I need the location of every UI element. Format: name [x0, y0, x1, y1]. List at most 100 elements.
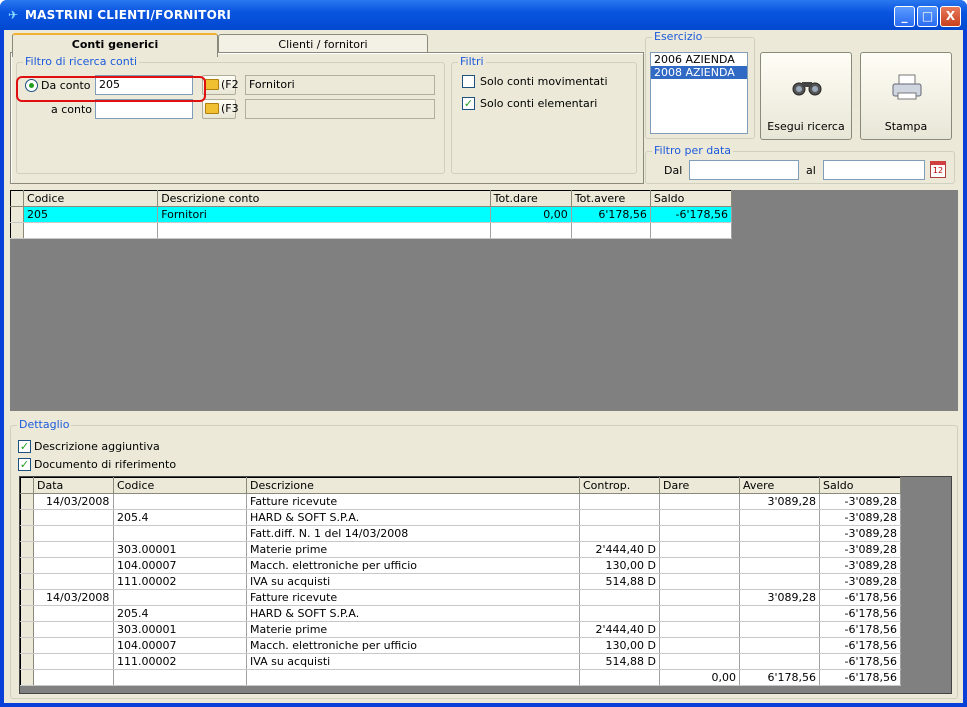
cell-controp[interactable]: 2'444,40 D	[579, 621, 660, 638]
documento-riferimento-checkbox[interactable]: ✓	[18, 458, 31, 471]
cell-codice[interactable]: 303.00001	[113, 541, 247, 558]
cell-descrizione[interactable]: IVA su acquisti	[246, 573, 580, 590]
cell-data[interactable]	[33, 669, 114, 686]
cell-dare[interactable]	[659, 589, 740, 606]
da-conto-lookup-button[interactable]: (F2	[202, 75, 239, 95]
cell-controp[interactable]	[579, 525, 660, 542]
cell-descrizione[interactable]: Fatture ricevute	[246, 589, 580, 606]
cell-tot-dare[interactable]: 0,00	[490, 206, 572, 223]
cell-saldo[interactable]: -3'089,28	[819, 493, 901, 510]
table-row[interactable]: 303.00001 Materie prime 2'444,40 D -3'089,2…	[20, 541, 901, 558]
table-row[interactable]: 14/03/2008 Fatture ricevute 3'089,28 -3'089…	[20, 493, 901, 510]
a-conto-lookup-button[interactable]: (F3	[202, 99, 239, 119]
table-row[interactable]: 205.4 HARD & SOFT S.P.A. -3'089,28	[20, 509, 901, 526]
cell-descrizione[interactable]: Fatture ricevute	[246, 493, 580, 510]
minimize-button[interactable]: _	[894, 6, 915, 27]
cell-avere[interactable]	[739, 605, 820, 622]
cell-data[interactable]: 14/03/2008	[33, 493, 114, 510]
close-button[interactable]: X	[940, 6, 961, 27]
cell-avere[interactable]	[739, 573, 820, 590]
esercizio-list[interactable]: 2006 AZIENDA 2008 AZIENDA	[650, 52, 748, 134]
col-codice[interactable]: Codice	[23, 190, 159, 207]
cell-saldo[interactable]: -6'178,56	[650, 206, 733, 223]
table-row[interactable]: Fatt.diff. N. 1 del 14/03/2008 -3'089,28	[20, 525, 901, 542]
cell-saldo[interactable]: -3'089,28	[819, 557, 901, 574]
cell-avere[interactable]	[739, 525, 820, 542]
cell-dare[interactable]	[659, 541, 740, 558]
table-row[interactable]: 0,00 6'178,56 -6'178,56	[20, 669, 901, 686]
solo-movimentati-checkbox[interactable]	[462, 75, 475, 88]
cell-descrizione[interactable]	[246, 669, 580, 686]
cell-avere[interactable]	[739, 541, 820, 558]
cell-data[interactable]	[33, 637, 114, 654]
cell-avere[interactable]	[739, 557, 820, 574]
cell-saldo[interactable]: -6'178,56	[819, 621, 901, 638]
cell-saldo[interactable]: -3'089,28	[819, 541, 901, 558]
cell-saldo[interactable]: -6'178,56	[819, 653, 901, 670]
cell-avere[interactable]	[739, 509, 820, 526]
cell-codice[interactable]	[113, 525, 247, 542]
cell-descrizione[interactable]: Materie prime	[246, 541, 580, 558]
cell-saldo[interactable]: -6'178,56	[819, 669, 901, 686]
tab-conti-generici[interactable]: Conti generici	[12, 33, 218, 57]
a-conto-input[interactable]	[95, 99, 193, 119]
cell-data[interactable]	[33, 525, 114, 542]
cell-controp[interactable]: 130,00 D	[579, 637, 660, 654]
table-row[interactable]: 104.00007 Macch. elettroniche per ufficio…	[20, 637, 901, 654]
cell-avere[interactable]: 3'089,28	[739, 493, 820, 510]
cell-data[interactable]: 14/03/2008	[33, 589, 114, 606]
cell-data[interactable]	[33, 605, 114, 622]
cell-codice[interactable]: 205	[23, 206, 159, 223]
cell-data[interactable]	[33, 541, 114, 558]
title-bar[interactable]: ✈ MASTRINI CLIENTI/FORNITORI _ □ X	[0, 0, 967, 30]
cell-tot-avere[interactable]: 6'178,56	[571, 206, 651, 223]
cell-codice[interactable]: 303.00001	[113, 621, 247, 638]
cell-dare[interactable]	[659, 509, 740, 526]
col-data[interactable]: Data	[33, 477, 114, 494]
cell-saldo[interactable]: -3'089,28	[819, 573, 901, 590]
table-row[interactable]: 303.00001 Materie prime 2'444,40 D -6'178,5…	[20, 621, 901, 638]
esercizio-item-selected[interactable]: 2008 AZIENDA	[651, 66, 747, 79]
cell-data[interactable]	[33, 573, 114, 590]
cell-controp[interactable]	[579, 605, 660, 622]
cell-avere[interactable]	[739, 621, 820, 638]
dal-input[interactable]	[689, 160, 799, 180]
cell-dare[interactable]: 0,00	[659, 669, 740, 686]
table-row[interactable]: 104.00007 Macch. elettroniche per ufficio…	[20, 557, 901, 574]
table-row[interactable]: 111.00002 IVA su acquisti 514,88 D -3'089,2…	[20, 573, 901, 590]
table-row[interactable]: 205 Fornitori 0,00 6'178,56 -6'178,56	[10, 206, 733, 223]
cell-descrizione[interactable]: Materie prime	[246, 621, 580, 638]
cell-descrizione[interactable]: IVA su acquisti	[246, 653, 580, 670]
table-row[interactable]: 111.00002 IVA su acquisti 514,88 D -6'178,5…	[20, 653, 901, 670]
cell-codice[interactable]	[113, 589, 247, 606]
cell-codice[interactable]: 104.00007	[113, 637, 247, 654]
table-row-empty[interactable]	[10, 222, 733, 239]
cell-saldo[interactable]: -6'178,56	[819, 637, 901, 654]
cell-dare[interactable]	[659, 637, 740, 654]
cell-dare[interactable]	[659, 557, 740, 574]
cell-data[interactable]	[33, 653, 114, 670]
cell-data[interactable]	[33, 621, 114, 638]
table-row[interactable]: 205.4 HARD & SOFT S.P.A. -6'178,56	[20, 605, 901, 622]
cell-codice[interactable]: 205.4	[113, 605, 247, 622]
col-descrizione[interactable]: Descrizione	[246, 477, 580, 494]
cell-descrizione[interactable]: Macch. elettroniche per ufficio	[246, 637, 580, 654]
cell-codice[interactable]: 104.00007	[113, 557, 247, 574]
cell-descrizione[interactable]: HARD & SOFT S.P.A.	[246, 509, 580, 526]
stampa-button[interactable]: Stampa	[860, 52, 952, 140]
cell-codice[interactable]: 111.00002	[113, 653, 247, 670]
cell-avere[interactable]	[739, 653, 820, 670]
cell-controp[interactable]: 2'444,40 D	[579, 541, 660, 558]
cell-dare[interactable]	[659, 493, 740, 510]
cell-saldo[interactable]: -6'178,56	[819, 605, 901, 622]
cell-saldo[interactable]: -3'089,28	[819, 509, 901, 526]
cell-saldo[interactable]: -3'089,28	[819, 525, 901, 542]
col-tot-avere[interactable]: Tot.avere	[571, 190, 651, 207]
cell-avere[interactable]: 3'089,28	[739, 589, 820, 606]
cell-codice[interactable]: 205.4	[113, 509, 247, 526]
cell-avere[interactable]: 6'178,56	[739, 669, 820, 686]
col-saldo[interactable]: Saldo	[819, 477, 901, 494]
cell-controp[interactable]	[579, 669, 660, 686]
cell-data[interactable]	[33, 509, 114, 526]
cell-descrizione[interactable]: HARD & SOFT S.P.A.	[246, 605, 580, 622]
